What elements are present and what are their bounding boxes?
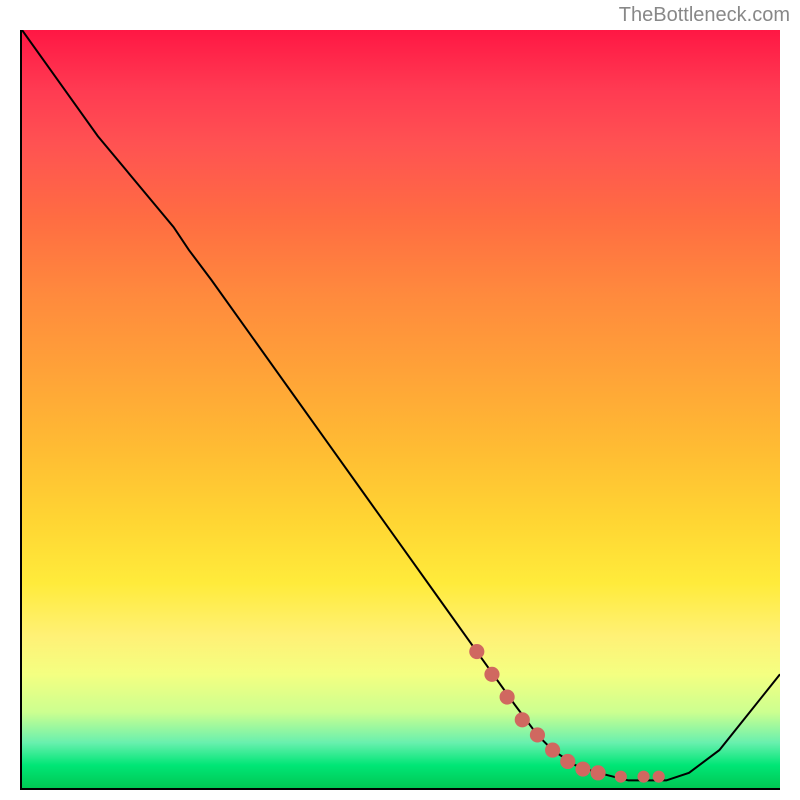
marker-point xyxy=(615,771,627,783)
highlighted-markers xyxy=(22,30,780,788)
marker-point xyxy=(575,761,590,776)
marker-point xyxy=(469,644,484,659)
marker-point xyxy=(530,727,545,742)
marker-point xyxy=(484,667,499,682)
marker-point xyxy=(515,712,530,727)
marker-point xyxy=(591,765,606,780)
marker-point xyxy=(545,743,560,758)
marker-point xyxy=(560,754,575,769)
chart-area xyxy=(20,30,780,790)
marker-point xyxy=(637,771,649,783)
marker-point xyxy=(500,689,515,704)
marker-point xyxy=(653,771,665,783)
attribution-text: TheBottleneck.com xyxy=(619,4,790,27)
